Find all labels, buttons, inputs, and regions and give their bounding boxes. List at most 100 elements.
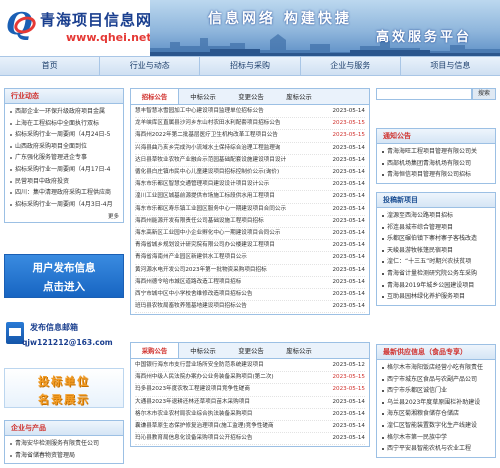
row-title[interactable]: 中国银行海东市支行营业场所安全防范系统建设项目 (135, 360, 264, 371)
list-item[interactable]: 青海恒信项目管理有限公司招标 (381, 169, 491, 181)
list-item[interactable]: 招标采购行业一周要闻（4月3日-4月 (9, 199, 119, 211)
table-row[interactable]: 玛多县2023年度农牧工程建设项目竞争性磋商 2023-05-15 (135, 384, 365, 397)
table-row[interactable]: 青海省海南州产业园区新建供水工程项目公示 2023-05-14 (135, 252, 365, 265)
row-title[interactable]: 玛多县2023年度农牧工程建设项目竞争性磋商 (135, 384, 250, 395)
tab-procurement-change[interactable]: 变更公告 (227, 343, 275, 358)
email-banner[interactable]: 发布信息邮箱 qjw121212@163.com (4, 318, 124, 356)
row-title[interactable]: 海东高新区工业园中小企业孵化中心一期建设项目合同公示 (135, 228, 280, 239)
tab-change-notice[interactable]: 变更公告 (227, 89, 275, 104)
list-item[interactable]: 青海县2019年城乡公园建设项目 (381, 280, 491, 292)
list-item[interactable]: 格尔木市海阳饭店经营小吃有限责任 (381, 362, 491, 374)
tab-procurement-notice[interactable]: 采购公告 (131, 343, 179, 358)
table-row[interactable]: 玛沁县教育局信息化设备采购项目公开招标公告 2023-05-14 (135, 433, 365, 446)
nav-item-industry[interactable]: 行业与动态 (100, 57, 201, 75)
table-row[interactable]: 兴海县曲乃亥乡完成沟小流域水土保持综合治理工程监理询 2023-05-14 (135, 143, 365, 155)
row-title[interactable]: 西宁市城中区中小学校舍维修改造项目招标公告 (135, 289, 252, 300)
nav-item-bidding[interactable]: 招标与采购 (200, 57, 301, 75)
nav-item-projects[interactable]: 项目与信息 (401, 57, 500, 75)
table-row[interactable]: 西宁市城中区中小学校舍维修改造项目招标公告 2023-05-14 (135, 289, 365, 302)
table-row[interactable]: 班玛县农牧局畜牧养殖基地建设项目招标公告 2023-05-14 (135, 301, 365, 314)
list-item[interactable]: 招标采购行业一周要闻（4月17日-4 (9, 164, 119, 176)
row-title[interactable]: 兴海县曲乃亥乡完成沟小流域水土保持综合治理工程监理询 (135, 143, 280, 154)
nav-item-enterprise[interactable]: 企业与服务 (301, 57, 401, 75)
row-title[interactable]: 青海省海南州产业园区新建供水工程项目公示 (135, 252, 247, 263)
row-title[interactable]: 湟川工业园区城基前源提供市场施工标段供水用工程项目 (135, 191, 275, 202)
list-item[interactable]: 广东强化服务管理进企专事 (9, 152, 119, 164)
list-item[interactable]: 山西政府采购项目全面到位 (9, 141, 119, 153)
list-item[interactable]: 青海海旺工程项目管理有限公司关 (381, 146, 491, 158)
row-title[interactable]: 海西州中级人民法院办案办公业务装备采购项目(第二次) (135, 372, 274, 383)
table-row[interactable]: 青海省城乡规划设计研究院有限公司办公楼建设工程项目 2023-05-14 (135, 240, 365, 253)
row-title[interactable]: 海西州德令哈市城区道路改造工程项目招标 (135, 277, 241, 288)
row-title[interactable]: 囊谦县草原生态保护修复治理项目(施工监理)竞争性磋商 (135, 421, 274, 432)
table-row[interactable]: 海西州德令哈市城区道路改造工程项目招标 2023-05-14 (135, 277, 365, 290)
table-row[interactable]: 格尔木市农业农村局农业综合执法装备采购项目 2023-05-14 (135, 409, 365, 422)
list-item[interactable]: 青海省计量检测研究院公务车采购 (381, 268, 491, 280)
publish-info-banner[interactable]: 用户发布信息 点击进入 (4, 254, 124, 298)
row-date: 2023-05-14 (332, 423, 365, 430)
search-button[interactable]: 搜索 (472, 88, 496, 100)
list-item[interactable]: 湟仁区智能装置数字化生产线建设 (381, 420, 491, 432)
list-item[interactable]: 西宁市城东区食品与农副产品公司 (381, 374, 491, 386)
row-title[interactable]: 黄河源水电开发公司2023年第一批物资采购项目招标 (135, 265, 267, 276)
table-row[interactable]: 囊谦县草原生态保护修复治理项目(施工监理)竞争性磋商 2023-05-14 (135, 421, 365, 434)
list-item[interactable]: 青海安华检测服务有限责任公司 (9, 438, 119, 450)
table-row[interactable]: 循化县白庄镇市民中心儿童建设项目招标控制价公示(询价) 2023-05-14 (135, 167, 365, 180)
list-item[interactable]: 招标采购行业一周要闻（4月24日-5 (9, 129, 119, 141)
row-title[interactable]: 慧丰智慧冰雪园加工中心建设项目监理单位招标公告 (135, 106, 264, 117)
list-item[interactable]: 祁连县城市综合管理项目 (381, 222, 491, 234)
row-title[interactable]: 青海省城乡规划设计研究院有限公司办公楼建设工程项目 (135, 240, 275, 251)
list-item[interactable]: 湟仁：“十三五”时期兴农扶贫项 (381, 256, 491, 268)
list-item[interactable]: 乐都区碾伯镇下寨村寨子客栈改造 (381, 233, 491, 245)
tab-award-notice[interactable]: 中标公示 (179, 89, 227, 104)
table-row[interactable]: 大通县2023年退耕还林还草项目苗木采购项目 2023-05-14 (135, 397, 365, 409)
table-row[interactable]: 湟川工业园区城基前源提供市场施工标段供水用工程项目 2023-05-14 (135, 191, 365, 204)
table-row[interactable]: 龙羊峡库区直属县沙河乡东山村农田水利配套项目招标公告 2023-05-15 (135, 118, 365, 131)
tab-procurement-cancel[interactable]: 废标公示 (275, 343, 323, 358)
table-row[interactable]: 慧丰智慧冰雪园加工中心建设项目监理单位招标公告 2023-05-14 (135, 106, 365, 119)
nav-item-home[interactable]: 首页 (0, 57, 101, 75)
list-item[interactable]: 格尔木市第一民族中学 (381, 432, 491, 444)
bidder-directory-banner[interactable]: 投标单位 名录展示 (4, 368, 124, 408)
row-title[interactable]: 龙羊峡库区直属县沙河乡东山村农田水利配套项目招标公告 (135, 118, 280, 129)
row-title[interactable]: 海东市乐都区寿乐镇工业园区服务中心一期建设项目合同公示 (135, 204, 286, 215)
table-row[interactable]: 中国银行海东市支行营业场所安全防范系统建设项目 2023-05-12 (135, 360, 365, 373)
table-row[interactable]: 海西州2022年第二批基层医疗卫生机构改革工程项目公告 2023-05-15 (135, 130, 365, 143)
row-title[interactable]: 达日县草牧业农牧产业融合示范园基础配套设施建设项目设计 (135, 155, 286, 166)
list-item[interactable]: 互助县园林绿化养护服务项目 (381, 291, 491, 303)
row-title[interactable]: 格尔木市农业农村局农业综合执法装备采购项目 (135, 409, 252, 420)
list-item[interactable]: 青海省储春物资管理局 (9, 450, 119, 462)
list-item[interactable]: 海东区菊湘粮食储存仓储店 (381, 408, 491, 420)
list-item[interactable]: 四川：集中清理政府采购工程供应商 (9, 187, 119, 199)
table-row[interactable]: 达日县草牧业农牧产业融合示范园基础配套设施建设项目设计 2023-05-14 (135, 155, 365, 168)
table-row[interactable]: 海东市乐都区寿乐镇工业园区服务中心一期建设项目合同公示 2023-05-14 (135, 204, 365, 216)
list-item[interactable]: 湟源至西海公路项目招标 (381, 210, 491, 222)
table-row[interactable]: 海西州能源开发有限责任公司基础设施工程项目招标 2023-05-14 (135, 216, 365, 229)
search-input[interactable] (376, 88, 472, 100)
table-row[interactable]: 海西州中级人民法院办案办公业务装备采购项目(第二次) 2023-05-15 (135, 372, 365, 385)
table-row[interactable]: 海东高新区工业园中小企业孵化中心一期建设项目合同公示 2023-05-14 (135, 228, 365, 241)
list-item[interactable]: 民营项目中政府投资 (9, 176, 119, 188)
list-item[interactable]: 天峻县游牧帐篷民宿项目 (381, 245, 491, 257)
row-title[interactable]: 海西州能源开发有限责任公司基础设施工程项目招标 (135, 216, 264, 227)
tab-procurement-award[interactable]: 中标公示 (179, 343, 227, 358)
row-title[interactable]: 大通县2023年退耕还林还草项目苗木采购项目 (135, 397, 250, 408)
row-title[interactable]: 玛沁县教育局信息化设备采购项目公开招标公告 (135, 433, 252, 444)
notice-list: 青海海旺工程项目管理有限公司关 西部机场集团青海机场有限公司 青海恒信项目管理有… (377, 144, 495, 183)
list-item[interactable]: 西部企业一环保升级政府项目金属 (9, 106, 119, 118)
row-title[interactable]: 循化县白庄镇市民中心儿童建设项目招标控制价公示(询价) (135, 167, 279, 178)
tab-tender-notice[interactable]: 招标公告 (131, 89, 179, 104)
list-item[interactable]: 上海在工程招标中全面执行双标 (9, 118, 119, 130)
row-title[interactable]: 海西州2022年第二批基层医疗卫生机构改革工程项目公告 (135, 130, 278, 141)
row-title[interactable]: 班玛县农牧局畜牧养殖基地建设项目招标公告 (135, 301, 247, 312)
industry-more-link[interactable]: 更多 (5, 212, 123, 222)
table-row[interactable]: 海东市乐都区智慧交通管理项目建设设计项目设计公示 2023-05-14 (135, 179, 365, 192)
table-row[interactable]: 黄河源水电开发公司2023年第一批物资采购项目招标 2023-05-14 (135, 265, 365, 277)
list-item[interactable]: 西宁平安县智能农机与农业工程 (381, 443, 491, 455)
list-item[interactable]: 西宁市乐都区诚信门业 (381, 385, 491, 397)
list-item[interactable]: 西部机场集团青海机场有限公司 (381, 158, 491, 170)
list-item[interactable]: 乌兰县2023年度草原围栏补助建设 (381, 397, 491, 409)
row-date: 2023-05-14 (332, 291, 365, 298)
row-title[interactable]: 海东市乐都区智慧交通管理项目建设设计项目设计公示 (135, 179, 269, 190)
tab-cancel-notice[interactable]: 废标公示 (275, 89, 323, 104)
